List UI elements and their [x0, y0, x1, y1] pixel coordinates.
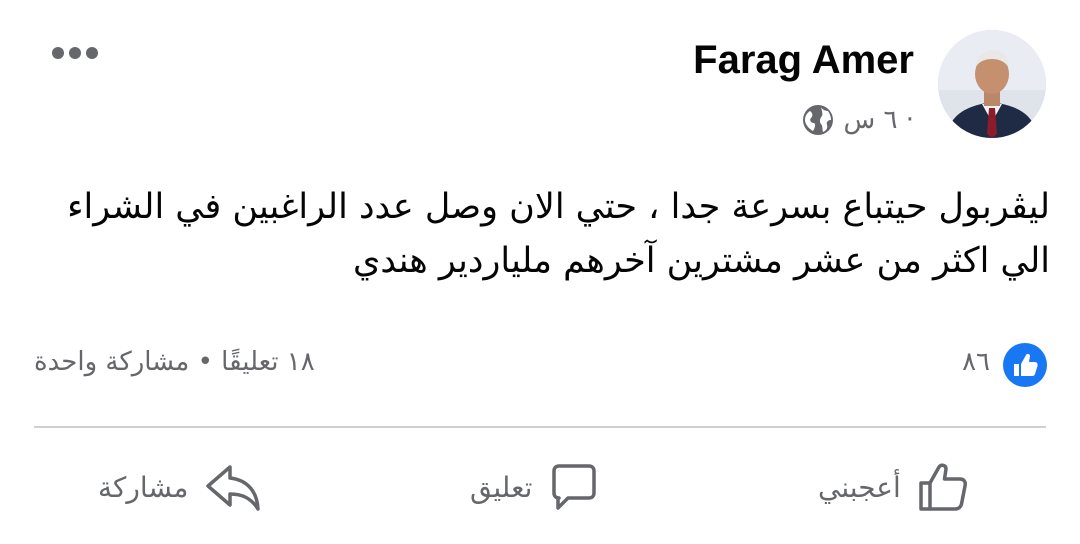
like-badge-icon[interactable] [1002, 342, 1048, 388]
reaction-count[interactable]: ٨٦ [962, 342, 990, 382]
comment-icon [552, 464, 597, 510]
author-avatar[interactable] [938, 30, 1046, 138]
share-label: مشاركة [98, 470, 189, 504]
divider [34, 426, 1046, 428]
more-options-icon[interactable] [50, 42, 100, 64]
share-button[interactable]: مشاركة [98, 452, 262, 522]
share-icon [206, 465, 261, 511]
like-label: أعجبني [818, 470, 901, 504]
globe-icon [803, 105, 834, 135]
comment-button[interactable]: تعليق [470, 452, 602, 522]
post-text: ليڤربول حيتباع بسرعة جدا ، حتي الان وصل … [67, 187, 1050, 281]
post-meta: ٦ س · [801, 100, 914, 140]
post-time[interactable]: ٦ س · [843, 105, 914, 135]
comments-shares-count[interactable]: ١٨ تعليقًا • مشاركة واحدة [34, 342, 315, 382]
author-name[interactable]: Farag Amer [693, 36, 914, 84]
comment-label: تعليق [470, 470, 533, 504]
thumbs-up-icon [919, 463, 967, 511]
like-button[interactable]: أعجبني [818, 452, 971, 522]
